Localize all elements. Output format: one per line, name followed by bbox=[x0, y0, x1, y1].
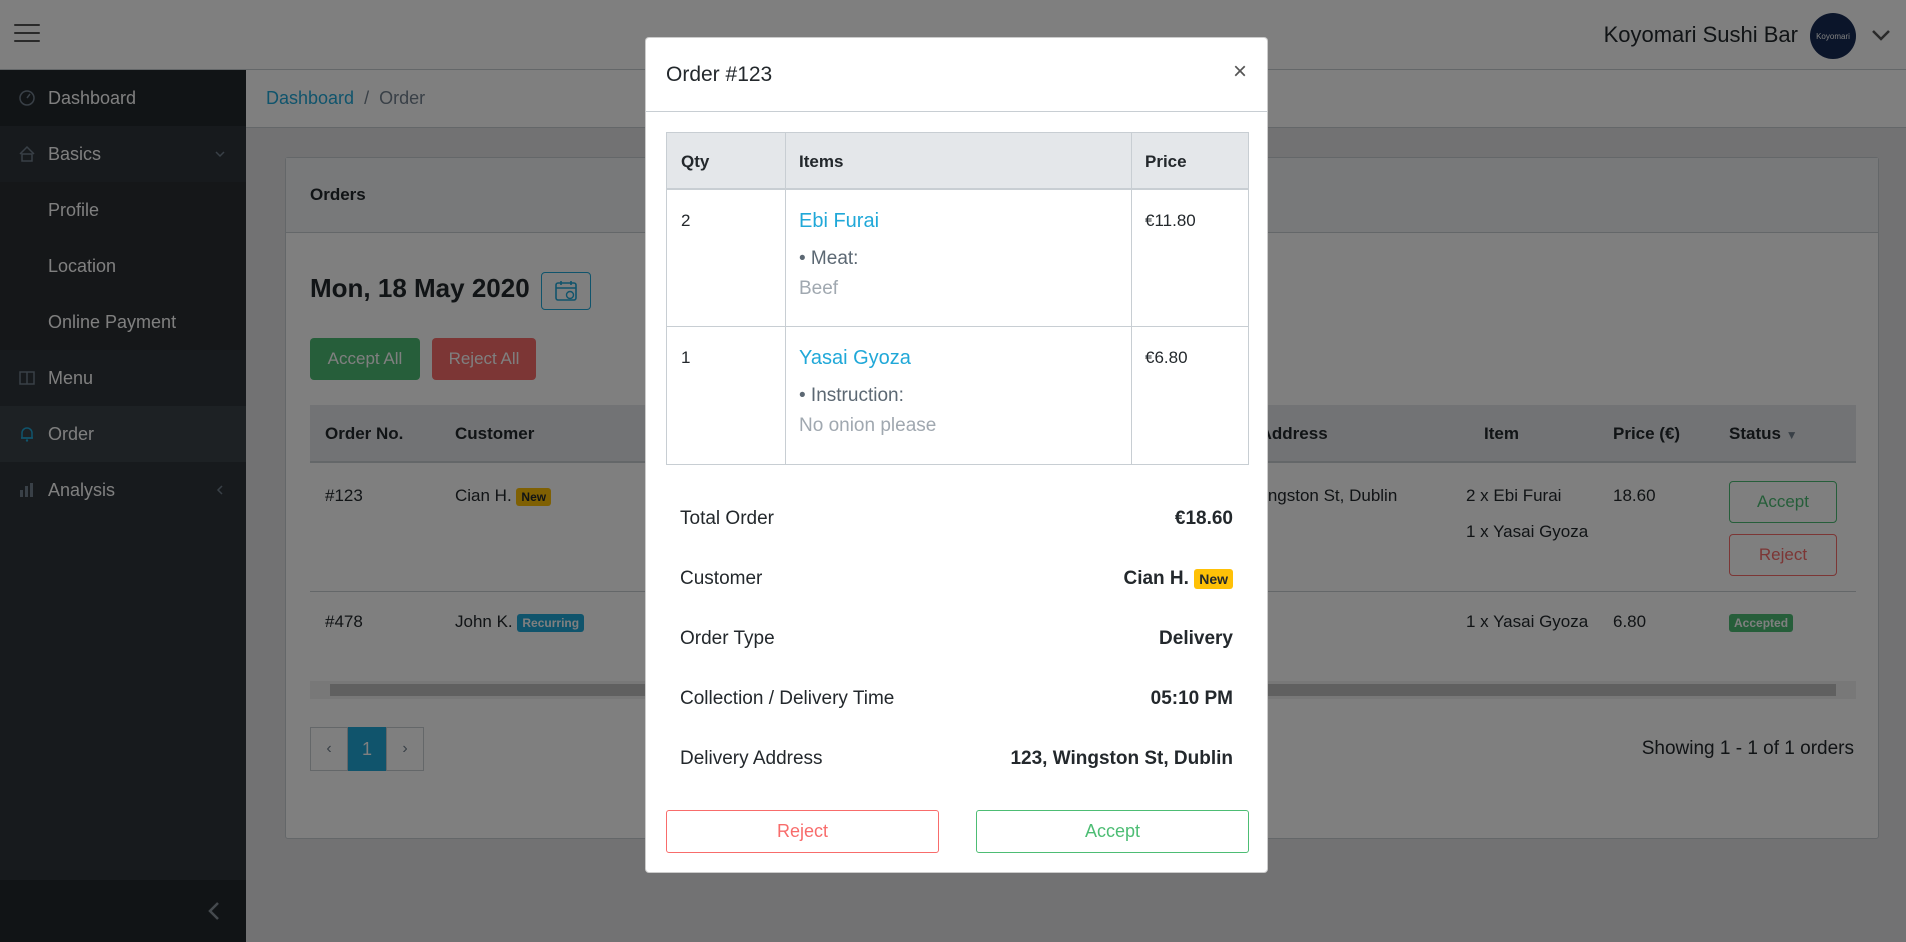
accept-button[interactable]: Accept bbox=[976, 810, 1249, 853]
summary-customer-row: Customer Cian H. New bbox=[680, 568, 1233, 590]
item-option-value: No onion please bbox=[799, 415, 937, 436]
summary-value: €18.60 bbox=[1174, 508, 1233, 529]
item-price: €11.80 bbox=[1145, 211, 1196, 230]
item-option-label: • Meat: bbox=[799, 248, 859, 269]
item-name-link[interactable]: Ebi Furai bbox=[799, 210, 879, 233]
summary-type-row: Order Type Delivery bbox=[680, 628, 1233, 650]
summary-address-row: Delivery Address 123, Wingston St, Dubli… bbox=[680, 748, 1233, 770]
order-modal: Order #123 × Qty Items Price 2 Ebi Furai… bbox=[645, 37, 1268, 873]
close-icon[interactable]: × bbox=[1233, 58, 1247, 86]
summary-label: Customer bbox=[680, 568, 763, 589]
summary-label: Order Type bbox=[680, 628, 775, 649]
summary-value: 05:10 PM bbox=[1150, 688, 1233, 709]
item-name-link[interactable]: Yasai Gyoza bbox=[799, 347, 911, 370]
item-option-label: • Instruction: bbox=[799, 385, 904, 406]
item-price: €6.80 bbox=[1145, 348, 1188, 367]
order-items-table: Qty Items Price 2 Ebi Furai • Meat: Beef… bbox=[666, 132, 1249, 465]
item-qty: 1 bbox=[681, 348, 691, 367]
item-qty: 2 bbox=[681, 211, 691, 230]
customer-name: Cian H. bbox=[1123, 568, 1189, 589]
status-badge: New bbox=[1194, 568, 1233, 589]
summary-value: 123, Wingston St, Dublin bbox=[1010, 748, 1233, 769]
column-divider bbox=[785, 133, 786, 464]
item-option-value: Beef bbox=[799, 278, 839, 299]
column-divider bbox=[1131, 133, 1132, 464]
summary-value: Cian H. New bbox=[1123, 568, 1233, 590]
summary-time-row: Collection / Delivery Time 05:10 PM bbox=[680, 688, 1233, 710]
summary-value: Delivery bbox=[1159, 628, 1233, 649]
summary-total-row: Total Order €18.60 bbox=[680, 508, 1233, 530]
row-divider bbox=[667, 326, 1248, 327]
table-header: Qty Items Price bbox=[667, 133, 1248, 190]
summary-label: Delivery Address bbox=[680, 748, 823, 769]
summary-label: Total Order bbox=[680, 508, 774, 529]
summary-label: Collection / Delivery Time bbox=[680, 688, 895, 709]
column-header-qty: Qty bbox=[681, 152, 710, 171]
column-header-price: Price bbox=[1145, 152, 1187, 171]
reject-button[interactable]: Reject bbox=[666, 810, 939, 853]
modal-title: Order #123 bbox=[646, 38, 1267, 112]
column-header-items: Items bbox=[799, 152, 844, 171]
